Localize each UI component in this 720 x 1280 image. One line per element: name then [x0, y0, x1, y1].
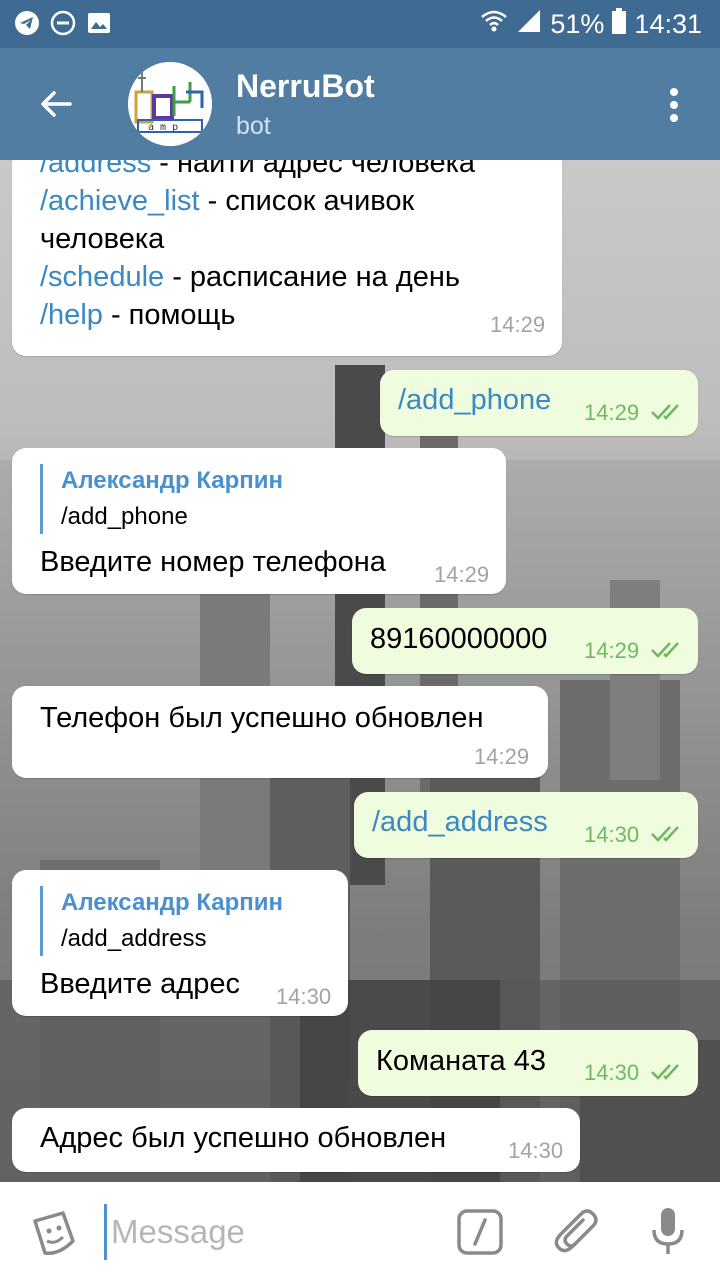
command-line: человека	[40, 220, 475, 258]
reply-quote[interactable]: Александр Карпин /add_phone	[40, 464, 283, 534]
message-text[interactable]: /add_phone	[398, 384, 551, 417]
message-bubble-incoming[interactable]: Александр Карпин /add_address Введите ад…	[12, 870, 348, 1016]
reply-text: /add_address	[61, 925, 207, 952]
message-time: 14:29	[490, 312, 546, 337]
reply-text: /add_phone	[61, 503, 188, 530]
clock: 14:31	[634, 9, 702, 39]
command-description: - расписание на день	[164, 261, 460, 293]
message-text: Введите адрес	[40, 968, 240, 1000]
read-ticks-icon	[651, 404, 679, 420]
message-time: 14:30	[584, 822, 640, 847]
bot-command-icon[interactable]	[454, 1206, 506, 1258]
microphone-icon[interactable]	[644, 1204, 692, 1260]
command-description: - найти адрес человека	[151, 160, 476, 179]
message-bubble-outgoing[interactable]: 89160000000 14:29	[352, 608, 698, 674]
command-list: /address - найти адрес человека /achieve…	[40, 160, 475, 334]
message-bubble-outgoing[interactable]: Команата 43 14:30	[358, 1030, 698, 1096]
command-link[interactable]: /address	[40, 160, 151, 179]
message-text: 89160000000	[370, 623, 548, 655]
reply-author: Александр Карпин	[61, 467, 284, 494]
signal-icon	[516, 8, 542, 41]
message-time: 14:30	[584, 1060, 640, 1085]
avatar[interactable]: a m p	[128, 62, 212, 146]
message-time: 14:29	[434, 562, 490, 587]
more-vert-icon[interactable]	[654, 82, 694, 128]
message-time: 14:29	[474, 744, 530, 769]
message-list[interactable]: /address - найти адрес человека /achieve…	[0, 160, 720, 1182]
command-line: /address - найти адрес человека	[40, 160, 475, 182]
telegram-icon	[14, 10, 40, 36]
message-bubble-incoming[interactable]: Александр Карпин /add_phone Введите номе…	[12, 448, 506, 594]
command-description: - список ачивок	[199, 185, 415, 217]
image-icon	[86, 10, 112, 36]
reply-author: Александр Карпин	[61, 889, 284, 916]
chat-subtitle: bot	[236, 112, 271, 140]
message-input[interactable]	[104, 1204, 443, 1260]
command-line: /achieve_list - список ачивок	[40, 182, 475, 220]
message-text: Введите номер телефона	[40, 546, 386, 578]
message-bubble-incoming[interactable]: Адрес был успешно обновлен 14:30	[12, 1108, 580, 1172]
chat-header: a m p NerruBot bot	[0, 48, 720, 160]
message-time: 14:29	[584, 400, 640, 425]
status-left-icons	[14, 10, 112, 36]
command-description: - помощь	[102, 299, 236, 331]
message-text[interactable]: /add_address	[372, 806, 548, 839]
message-text: Телефон был успешно обновлен	[40, 702, 484, 734]
reply-quote[interactable]: Александр Карпин /add_address	[40, 886, 283, 956]
command-link[interactable]: /achieve_list	[40, 185, 200, 217]
message-time: 14:30	[508, 1138, 564, 1163]
message-time: 14:29	[584, 638, 640, 663]
read-ticks-icon	[651, 1064, 679, 1080]
svg-text:a m p: a m p	[148, 122, 178, 133]
do-not-disturb-icon	[50, 10, 76, 36]
wifi-icon	[480, 8, 508, 41]
read-ticks-icon	[651, 642, 679, 658]
command-line: /help - помощь	[40, 296, 475, 334]
back-arrow-icon[interactable]	[30, 78, 82, 130]
sticker-icon[interactable]	[26, 1206, 82, 1262]
message-text: Адрес был успешно обновлен	[40, 1122, 447, 1154]
battery-level: 51%	[550, 9, 605, 39]
command-description: человека	[40, 223, 165, 255]
status-bar: 51% 14:31	[0, 0, 720, 48]
command-link[interactable]: /help	[40, 299, 103, 331]
bot-logo: a m p	[128, 62, 212, 146]
message-bubble-incoming[interactable]: Телефон был успешно обновлен 14:29	[12, 686, 548, 778]
message-bubble-outgoing[interactable]: /add_address 14:30	[354, 792, 698, 858]
composer-bar	[0, 1182, 720, 1280]
attach-icon[interactable]	[550, 1204, 604, 1260]
message-text: Команата 43	[376, 1045, 546, 1077]
status-right: 51% 14:31	[480, 8, 702, 41]
command-line: /schedule - расписание на день	[40, 258, 475, 296]
read-ticks-icon	[651, 826, 679, 842]
message-bubble-incoming[interactable]: /address - найти адрес человека /achieve…	[12, 160, 562, 356]
command-link[interactable]: /schedule	[40, 261, 164, 293]
message-time: 14:30	[276, 984, 332, 1009]
battery-icon	[612, 8, 627, 41]
message-bubble-outgoing[interactable]: /add_phone 14:29	[380, 370, 698, 436]
chat-title: NerruBot	[236, 68, 375, 104]
